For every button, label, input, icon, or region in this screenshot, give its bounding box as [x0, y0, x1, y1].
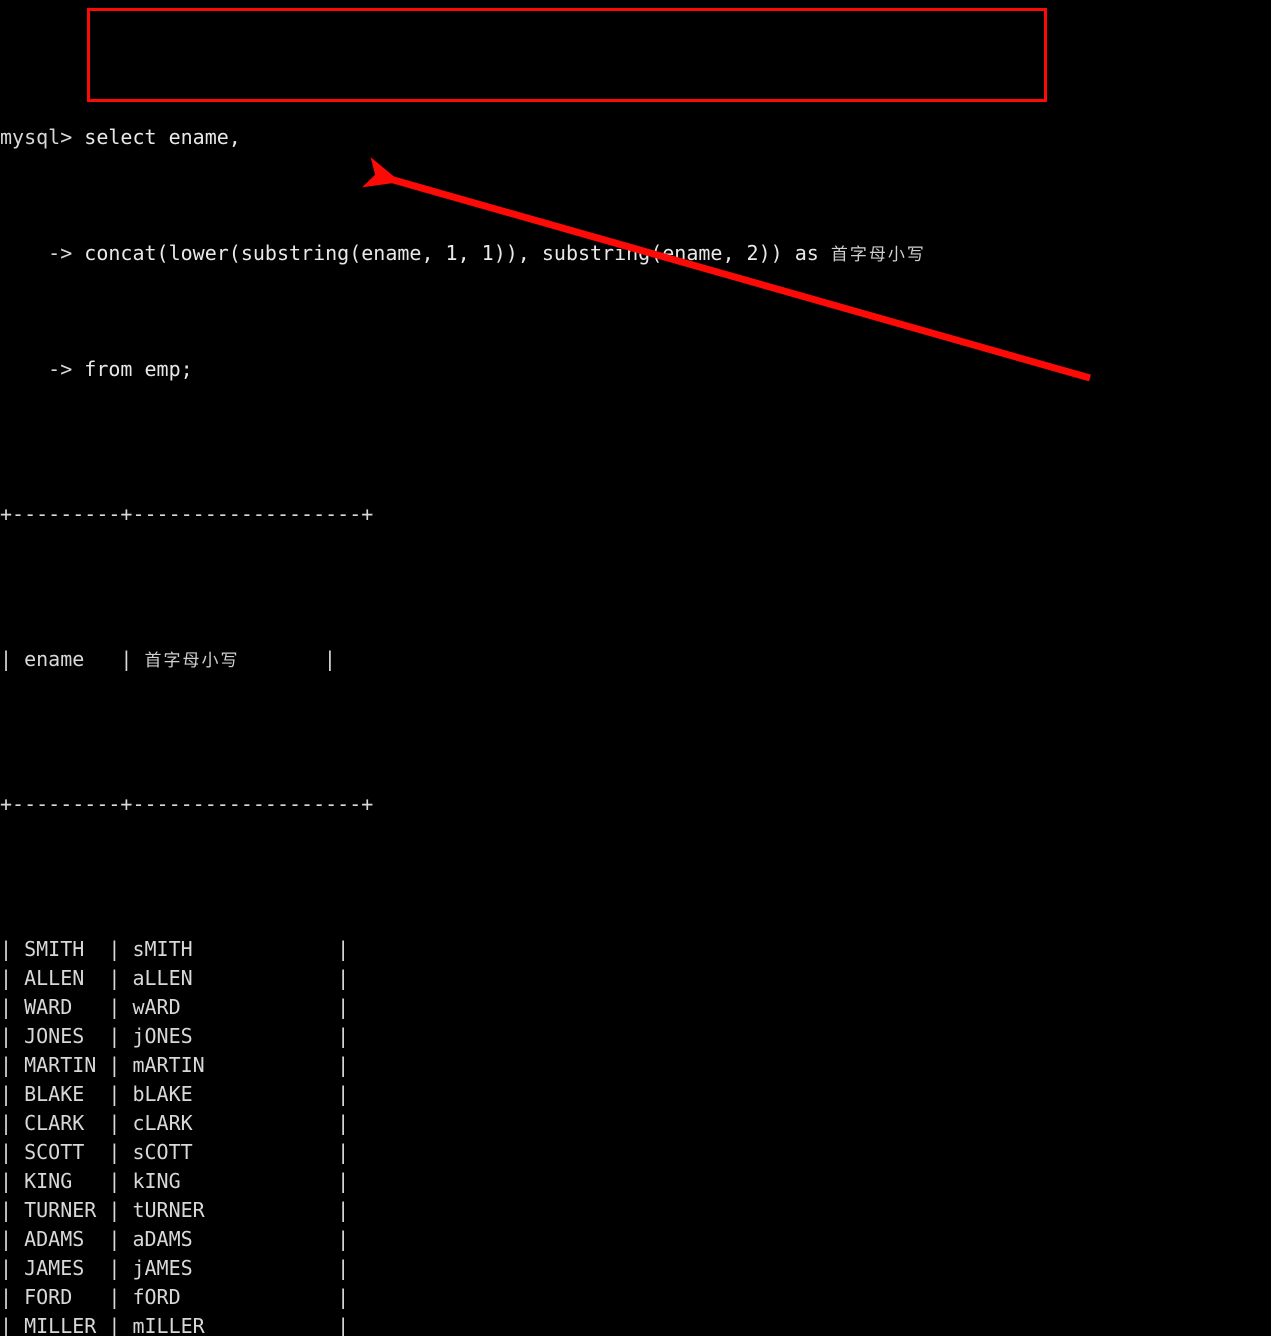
table-row: | MARTIN | mARTIN | [0, 1051, 926, 1080]
table-separator-header: +---------+-------------------+ [0, 792, 374, 816]
table-separator-top: +---------+-------------------+ [0, 502, 374, 526]
table-header-cell-ename: ename [24, 647, 85, 671]
table-cell-lower-first: aDAMS | [132, 1227, 350, 1251]
table-cell-ename: | BLAKE | [0, 1082, 133, 1106]
continuation-prompt-2: -> [0, 357, 85, 381]
table-cell-lower-first: bLAKE | [132, 1082, 350, 1106]
continuation-prompt-1: -> [0, 241, 85, 265]
table-header-row: | ename | 首字母小写 | [0, 645, 926, 674]
table-header-cell-alias: 首字母小写 [144, 651, 240, 671]
query-line-1: mysql> select ename, [0, 123, 926, 152]
table-cell-lower-first: sMITH | [132, 937, 350, 961]
table-cell-lower-first: mARTIN | [132, 1053, 350, 1077]
table-row: | KING | kING | [0, 1167, 926, 1196]
table-cell-lower-first: wARD | [132, 995, 350, 1019]
table-row: | WARD | wARD | [0, 993, 926, 1022]
table-row: | JONES | jONES | [0, 1022, 926, 1051]
table-row: | ALLEN | aLLEN | [0, 964, 926, 993]
table-cell-ename: | CLARK | [0, 1111, 133, 1135]
query-statement-line-3: from emp; [84, 357, 193, 381]
table-header-suffix: | [239, 647, 336, 671]
table-cell-lower-first: sCOTT | [132, 1140, 350, 1164]
table-cell-ename: | SCOTT | [0, 1140, 133, 1164]
query-line-2: -> concat(lower(substring(ename, 1, 1)),… [0, 239, 926, 268]
table-cell-lower-first: cLARK | [132, 1111, 350, 1135]
table-cell-ename: | SMITH | [0, 937, 133, 961]
table-cell-lower-first: aLLEN | [132, 966, 350, 990]
table-header-prefix: | [0, 647, 25, 671]
table-cell-lower-first: kING | [132, 1169, 350, 1193]
table-cell-lower-first: mILLER | [132, 1314, 350, 1336]
table-row: | TURNER | tURNER | [0, 1196, 926, 1225]
table-row: | CLARK | cLARK | [0, 1109, 926, 1138]
table-header-gap: | [84, 647, 145, 671]
table-cell-lower-first: tURNER | [132, 1198, 350, 1222]
table-row: | SMITH | sMITH | [0, 935, 926, 964]
table-cell-ename: | MARTIN | [0, 1053, 133, 1077]
table-row: | SCOTT | sCOTT | [0, 1138, 926, 1167]
table-cell-ename: | JAMES | [0, 1256, 133, 1280]
table-cell-lower-first: jAMES | [132, 1256, 350, 1280]
query-statement-line-1: select ename, [84, 125, 241, 149]
table-cell-lower-first: fORD | [132, 1285, 350, 1309]
mysql-prompt: mysql> [0, 125, 85, 149]
query-statement-line-2: concat(lower(substring(ename, 1, 1)), su… [84, 241, 831, 265]
table-cell-ename: | TURNER | [0, 1198, 133, 1222]
mysql-terminal-window: mysql> select ename, -> concat(lower(sub… [0, 0, 1271, 1336]
table-cell-lower-first: jONES | [132, 1024, 350, 1048]
table-cell-ename: | MILLER | [0, 1314, 133, 1336]
table-row: | FORD | fORD | [0, 1283, 926, 1312]
query-alias-label: 首字母小写 [830, 245, 926, 265]
table-row: | ADAMS | aDAMS | [0, 1225, 926, 1254]
terminal-console-output: mysql> select ename, -> concat(lower(sub… [0, 0, 926, 1336]
table-row: | JAMES | jAMES | [0, 1254, 926, 1283]
table-cell-ename: | JONES | [0, 1024, 133, 1048]
table-body: | SMITH | sMITH | | ALLEN | aLLEN | | WARD… [0, 935, 926, 1336]
table-cell-ename: | WARD | [0, 995, 133, 1019]
table-cell-ename: | ADAMS | [0, 1227, 133, 1251]
query-line-3: -> from emp; [0, 355, 926, 384]
table-cell-ename: | ALLEN | [0, 966, 133, 990]
table-cell-ename: | FORD | [0, 1285, 133, 1309]
table-row: | BLAKE | bLAKE | [0, 1080, 926, 1109]
table-cell-ename: | KING | [0, 1169, 133, 1193]
table-row: | MILLER | mILLER | [0, 1312, 926, 1336]
